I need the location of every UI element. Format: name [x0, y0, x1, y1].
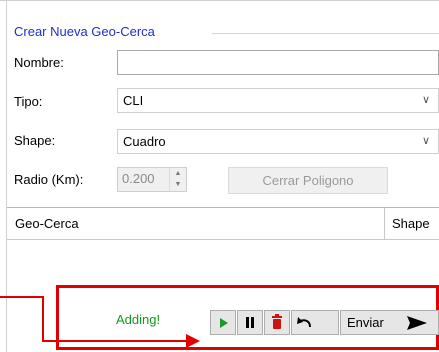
- geofence-panel: Crear Nueva Geo-Cerca Nombre: Tipo: CLI …: [0, 0, 439, 352]
- send-button[interactable]: Enviar: [340, 310, 439, 335]
- send-icon: [407, 316, 427, 330]
- send-button-label: Enviar: [347, 315, 384, 330]
- play-icon: [220, 318, 228, 328]
- pause-icon: [246, 317, 254, 328]
- play-button[interactable]: [210, 310, 236, 335]
- annotation-arrow: [0, 296, 200, 348]
- status-text: Adding!: [116, 312, 161, 327]
- pause-button[interactable]: [237, 310, 263, 335]
- delete-button[interactable]: [264, 310, 290, 335]
- trash-icon: [272, 314, 282, 329]
- undo-icon: [297, 317, 311, 328]
- undo-button[interactable]: [291, 310, 339, 335]
